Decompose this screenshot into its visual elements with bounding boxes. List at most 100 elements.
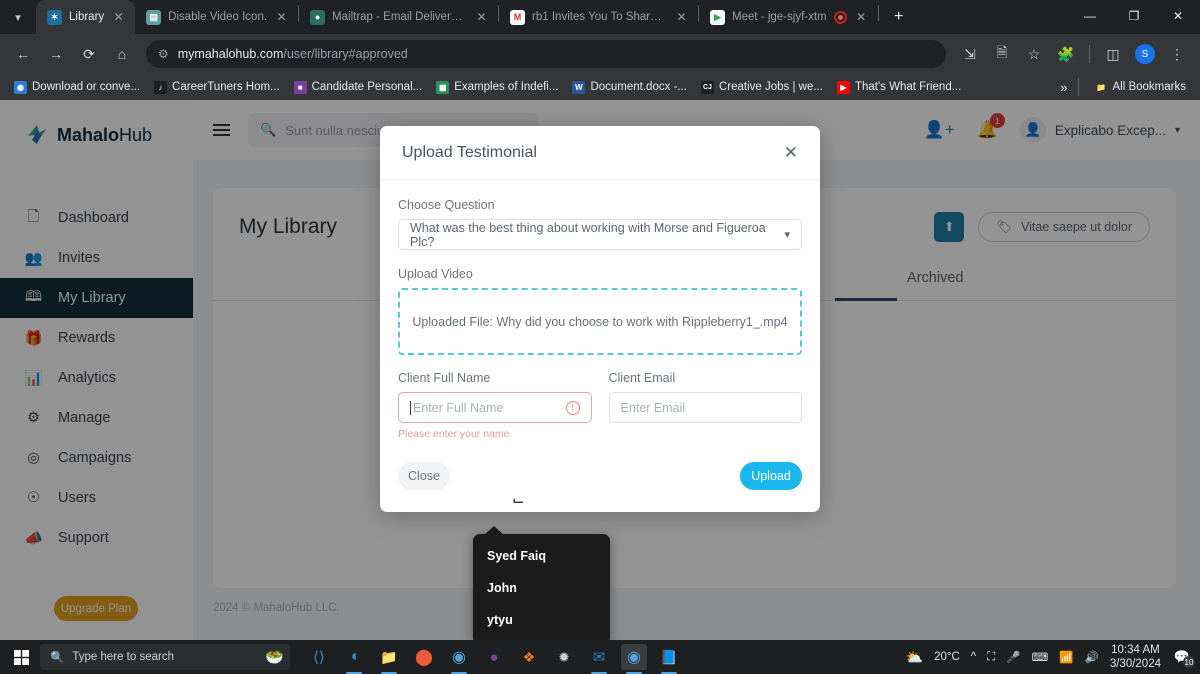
bookmark-item[interactable]: W Document.docx -... [566, 78, 693, 97]
bookmark-item[interactable]: ■ Candidate Personal... [288, 78, 429, 97]
bookmark-item[interactable]: ◉ Download or conve... [8, 78, 146, 97]
xampp-icon[interactable]: ❖ [516, 644, 542, 670]
chevron-down-icon: ▾ [784, 229, 790, 241]
notification-center-button[interactable]: 💬 10 [1172, 647, 1195, 668]
reload-icon[interactable]: ⟳ [74, 39, 104, 69]
chevron-up-icon[interactable]: ^ [971, 651, 976, 663]
cloud-sun-icon: ⛅ [905, 648, 924, 665]
new-tab-button[interactable]: + [885, 3, 913, 31]
keyboard-icon[interactable]: ⌨ [1032, 650, 1049, 664]
client-email-input[interactable]: Enter Email [608, 392, 802, 423]
weather-temp: 20°C [934, 651, 960, 663]
close-icon[interactable]: ✕ [674, 10, 689, 25]
bookmark-label: Candidate Personal... [311, 81, 423, 93]
docs-icon: ▤ [146, 9, 162, 25]
browser-menu-icon[interactable]: ⋮ [1162, 39, 1192, 69]
file-explorer-icon[interactable]: 📁 [376, 644, 402, 674]
github-icon[interactable]: ● [481, 644, 507, 670]
modal-title: Upload Testimonial [402, 143, 537, 161]
close-button[interactable]: Close [398, 462, 450, 490]
browser-tab-gmail[interactable]: M rb1 Invites You To Share Yo ✕ [499, 0, 698, 34]
autofill-option[interactable]: ytyu [473, 604, 610, 636]
chrome-icon[interactable]: ◉ [446, 644, 472, 674]
taskbar-search-input[interactable]: 🔍 Type here to search 🥗 [40, 644, 290, 670]
notes-icon[interactable]: 📘 [656, 644, 682, 674]
all-bookmarks-label: All Bookmarks [1112, 81, 1187, 93]
maximize-icon[interactable]: ❐ [1112, 0, 1156, 32]
folder-icon: 📁 [1096, 82, 1106, 92]
close-icon[interactable]: ✕ [111, 10, 126, 25]
address-bar-url: mymahalohub.com/user/library#approved [178, 47, 408, 61]
star-icon[interactable]: ☆ [1019, 39, 1049, 69]
extensions-icon[interactable]: 🧩 [1051, 39, 1081, 69]
clock-time: 10:34 AM [1111, 643, 1160, 656]
forward-icon[interactable]: → [41, 39, 71, 69]
bookmark-favicon-icon: ■ [293, 80, 307, 94]
autofill-option[interactable]: John [473, 572, 610, 604]
autofill-dropdown: Syed Faiq John ytyu [473, 526, 610, 640]
volume-icon[interactable]: 🔊 [1085, 650, 1099, 664]
address-bar[interactable]: ⚙ mymahalohub.com/user/library#approved [146, 40, 946, 68]
close-icon[interactable]: ✕ [784, 144, 798, 161]
modal-footer: Close Upload [380, 450, 820, 512]
browser-tab-mailtrap[interactable]: ● Mailtrap - Email Delivery Pl ✕ [299, 0, 498, 34]
client-name-input[interactable]: Enter Full Name ! [398, 392, 592, 423]
page-viewport: MahaloHub 🗋 Dashboard 👥 Invites 🕮 My Lib… [0, 100, 1200, 640]
chrome-profile-icon[interactable]: ◉ [621, 644, 647, 674]
wifi-icon[interactable]: 📶 [1059, 650, 1073, 664]
sidepanel-icon[interactable]: ◫ [1098, 39, 1128, 69]
uploaded-file-name: Uploaded File: Why did you choose to wor… [412, 314, 788, 329]
close-icon[interactable]: ✕ [854, 10, 869, 25]
bookmark-label: Download or conve... [32, 81, 141, 93]
client-fields-row: Client Full Name Enter Full Name ! Pleas… [398, 371, 802, 440]
site-settings-icon[interactable]: ⚙ [158, 47, 169, 61]
notification-count: 10 [1183, 656, 1195, 668]
back-icon[interactable]: ← [8, 39, 38, 69]
bookmark-label: That's What Friend... [854, 81, 962, 93]
upload-testimonial-modal: Upload Testimonial ✕ Choose Question Wha… [380, 126, 820, 512]
client-email-field-group: Client Email Enter Email [608, 371, 802, 440]
install-icon[interactable]: ⇲ [955, 39, 985, 69]
all-bookmarks-button[interactable]: 📁 All Bookmarks [1089, 78, 1193, 97]
bookmark-label: Document.docx -... [590, 81, 687, 93]
choose-question-label: Choose Question [398, 198, 495, 212]
browser-tab-meet[interactable]: ▶ Meet - jge-sjyf-xtm ✕ [699, 0, 878, 34]
bookmark-item[interactable]: ▶ That's What Friend... [831, 78, 967, 97]
tab-divider [877, 4, 879, 21]
video-dropzone[interactable]: Uploaded File: Why did you choose to wor… [398, 288, 802, 355]
vscode-icon[interactable]: ⟨⟩ [306, 644, 332, 670]
slack-icon[interactable]: ✹ [551, 644, 577, 670]
bookmarks-overflow-icon[interactable]: » [1060, 80, 1067, 95]
choose-question-select[interactable]: What was the best thing about working wi… [398, 219, 802, 250]
camera-icon[interactable]: ⛶ [987, 651, 995, 664]
salad-icon: 🥗 [265, 649, 284, 666]
home-icon[interactable]: ⌂ [107, 39, 137, 69]
tab-search-button[interactable]: ▾ [0, 0, 36, 34]
meet-icon: ▶ [710, 9, 726, 25]
taskbar-clock[interactable]: 10:34 AM 3/30/2024 [1110, 643, 1161, 672]
modal-header: Upload Testimonial ✕ [380, 126, 820, 180]
bookmark-item[interactable]: CJ Creative Jobs | we... [695, 78, 829, 97]
edge-icon[interactable]: ◖ [341, 644, 367, 674]
bookmark-favicon-icon: ▦ [436, 80, 450, 94]
close-icon[interactable]: ✕ [274, 10, 289, 25]
browser-tab-disable-video-icon[interactable]: ▤ Disable Video Icon. ✕ [135, 0, 298, 34]
close-icon[interactable]: ✕ [474, 10, 489, 25]
url-path: /user/library#approved [283, 47, 408, 61]
bookmark-item[interactable]: ♪ CareerTuners Hom... [148, 78, 286, 97]
bookmark-label: Creative Jobs | we... [718, 81, 823, 93]
browser-tab-library[interactable]: ✶ Library ✕ [36, 0, 136, 34]
window-close-icon[interactable]: ✕ [1156, 0, 1200, 32]
mic-icon[interactable]: 🎤 [1006, 650, 1020, 664]
profile-avatar[interactable]: S [1135, 44, 1155, 64]
opera-icon[interactable]: ⬤ [411, 644, 437, 670]
mahalohub-icon: ✶ [47, 9, 62, 25]
minimize-icon[interactable]: — [1068, 0, 1112, 32]
page-icon[interactable]: 🗎 [987, 39, 1017, 69]
windows-icon[interactable] [6, 649, 36, 665]
mail-icon[interactable]: ✉ [586, 644, 612, 674]
bookmark-item[interactable]: ▦ Examples of Indefi... [430, 78, 564, 97]
autofill-option[interactable]: Syed Faiq [473, 540, 610, 572]
client-email-placeholder: Enter Email [620, 400, 686, 415]
upload-button[interactable]: Upload [740, 462, 802, 490]
